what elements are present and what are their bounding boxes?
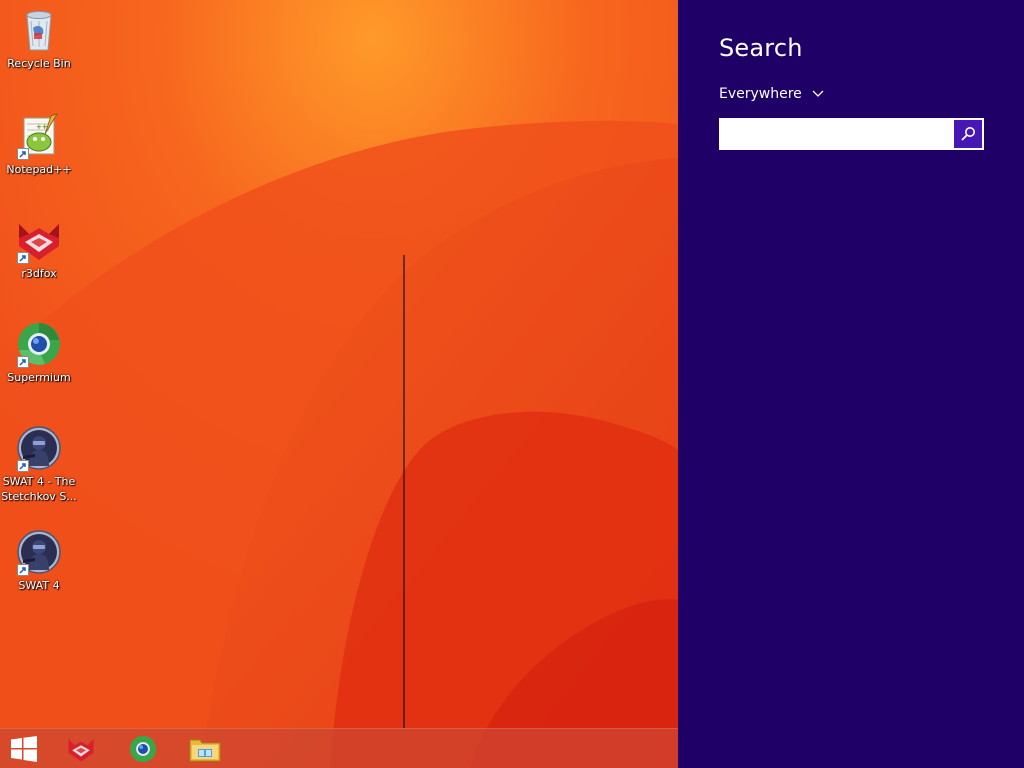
r3dfox-icon (68, 739, 94, 762)
chevron-down-icon (812, 90, 824, 97)
file-explorer-icon (189, 739, 221, 762)
desktop-icon-label: Supermium (7, 371, 71, 384)
supermium-icon (129, 735, 157, 763)
desktop-icon-notepad-plus-plus[interactable]: ++ Notepad++ (0, 112, 78, 177)
search-button[interactable] (954, 120, 982, 148)
shortcut-arrow-icon (17, 564, 29, 576)
desktop-icon-recycle-bin[interactable]: Recycle Bin (0, 6, 78, 71)
windows-logo-icon (11, 736, 37, 762)
shortcut-arrow-icon (17, 252, 29, 264)
desktop-icon-swat4-stetchkov[interactable]: SWAT 4 - The Stetchkov S... (0, 424, 78, 504)
desktop-icon-label: SWAT 4 (18, 579, 60, 592)
desktop-icon-r3dfox[interactable]: r3dfox (0, 216, 78, 281)
wallpaper (0, 0, 678, 768)
taskbar-r3dfox[interactable] (57, 729, 105, 768)
desktop[interactable]: Recycle Bin ++ Notepad++ r3dfox Supermiu… (0, 0, 678, 768)
taskbar-supermium[interactable] (119, 729, 167, 768)
search-icon (961, 127, 975, 141)
start-button[interactable] (0, 729, 48, 768)
search-input[interactable] (721, 120, 954, 148)
search-box (719, 118, 984, 150)
desktop-icon-label: Notepad++ (6, 163, 72, 176)
recycle-bin-icon (26, 11, 52, 51)
desktop-icon-label: SWAT 4 - The Stetchkov S... (1, 475, 77, 503)
desktop-icon-swat4[interactable]: SWAT 4 (0, 528, 78, 593)
shortcut-arrow-icon (17, 148, 29, 160)
desktop-icon-label: r3dfox (21, 267, 57, 280)
search-charm-panel: Search Everywhere (678, 0, 1024, 768)
search-scope-label: Everywhere (719, 86, 802, 102)
charm-title: Search (719, 34, 803, 62)
shortcut-arrow-icon (17, 356, 29, 368)
desktop-icon-label: Recycle Bin (7, 57, 71, 70)
shortcut-arrow-icon (17, 460, 29, 472)
desktop-icon-supermium[interactable]: Supermium (0, 320, 78, 385)
search-scope-dropdown[interactable]: Everywhere (719, 86, 824, 102)
taskbar (0, 728, 678, 768)
taskbar-file-explorer[interactable] (181, 729, 229, 768)
screen: Recycle Bin ++ Notepad++ r3dfox Supermiu… (0, 0, 1024, 768)
